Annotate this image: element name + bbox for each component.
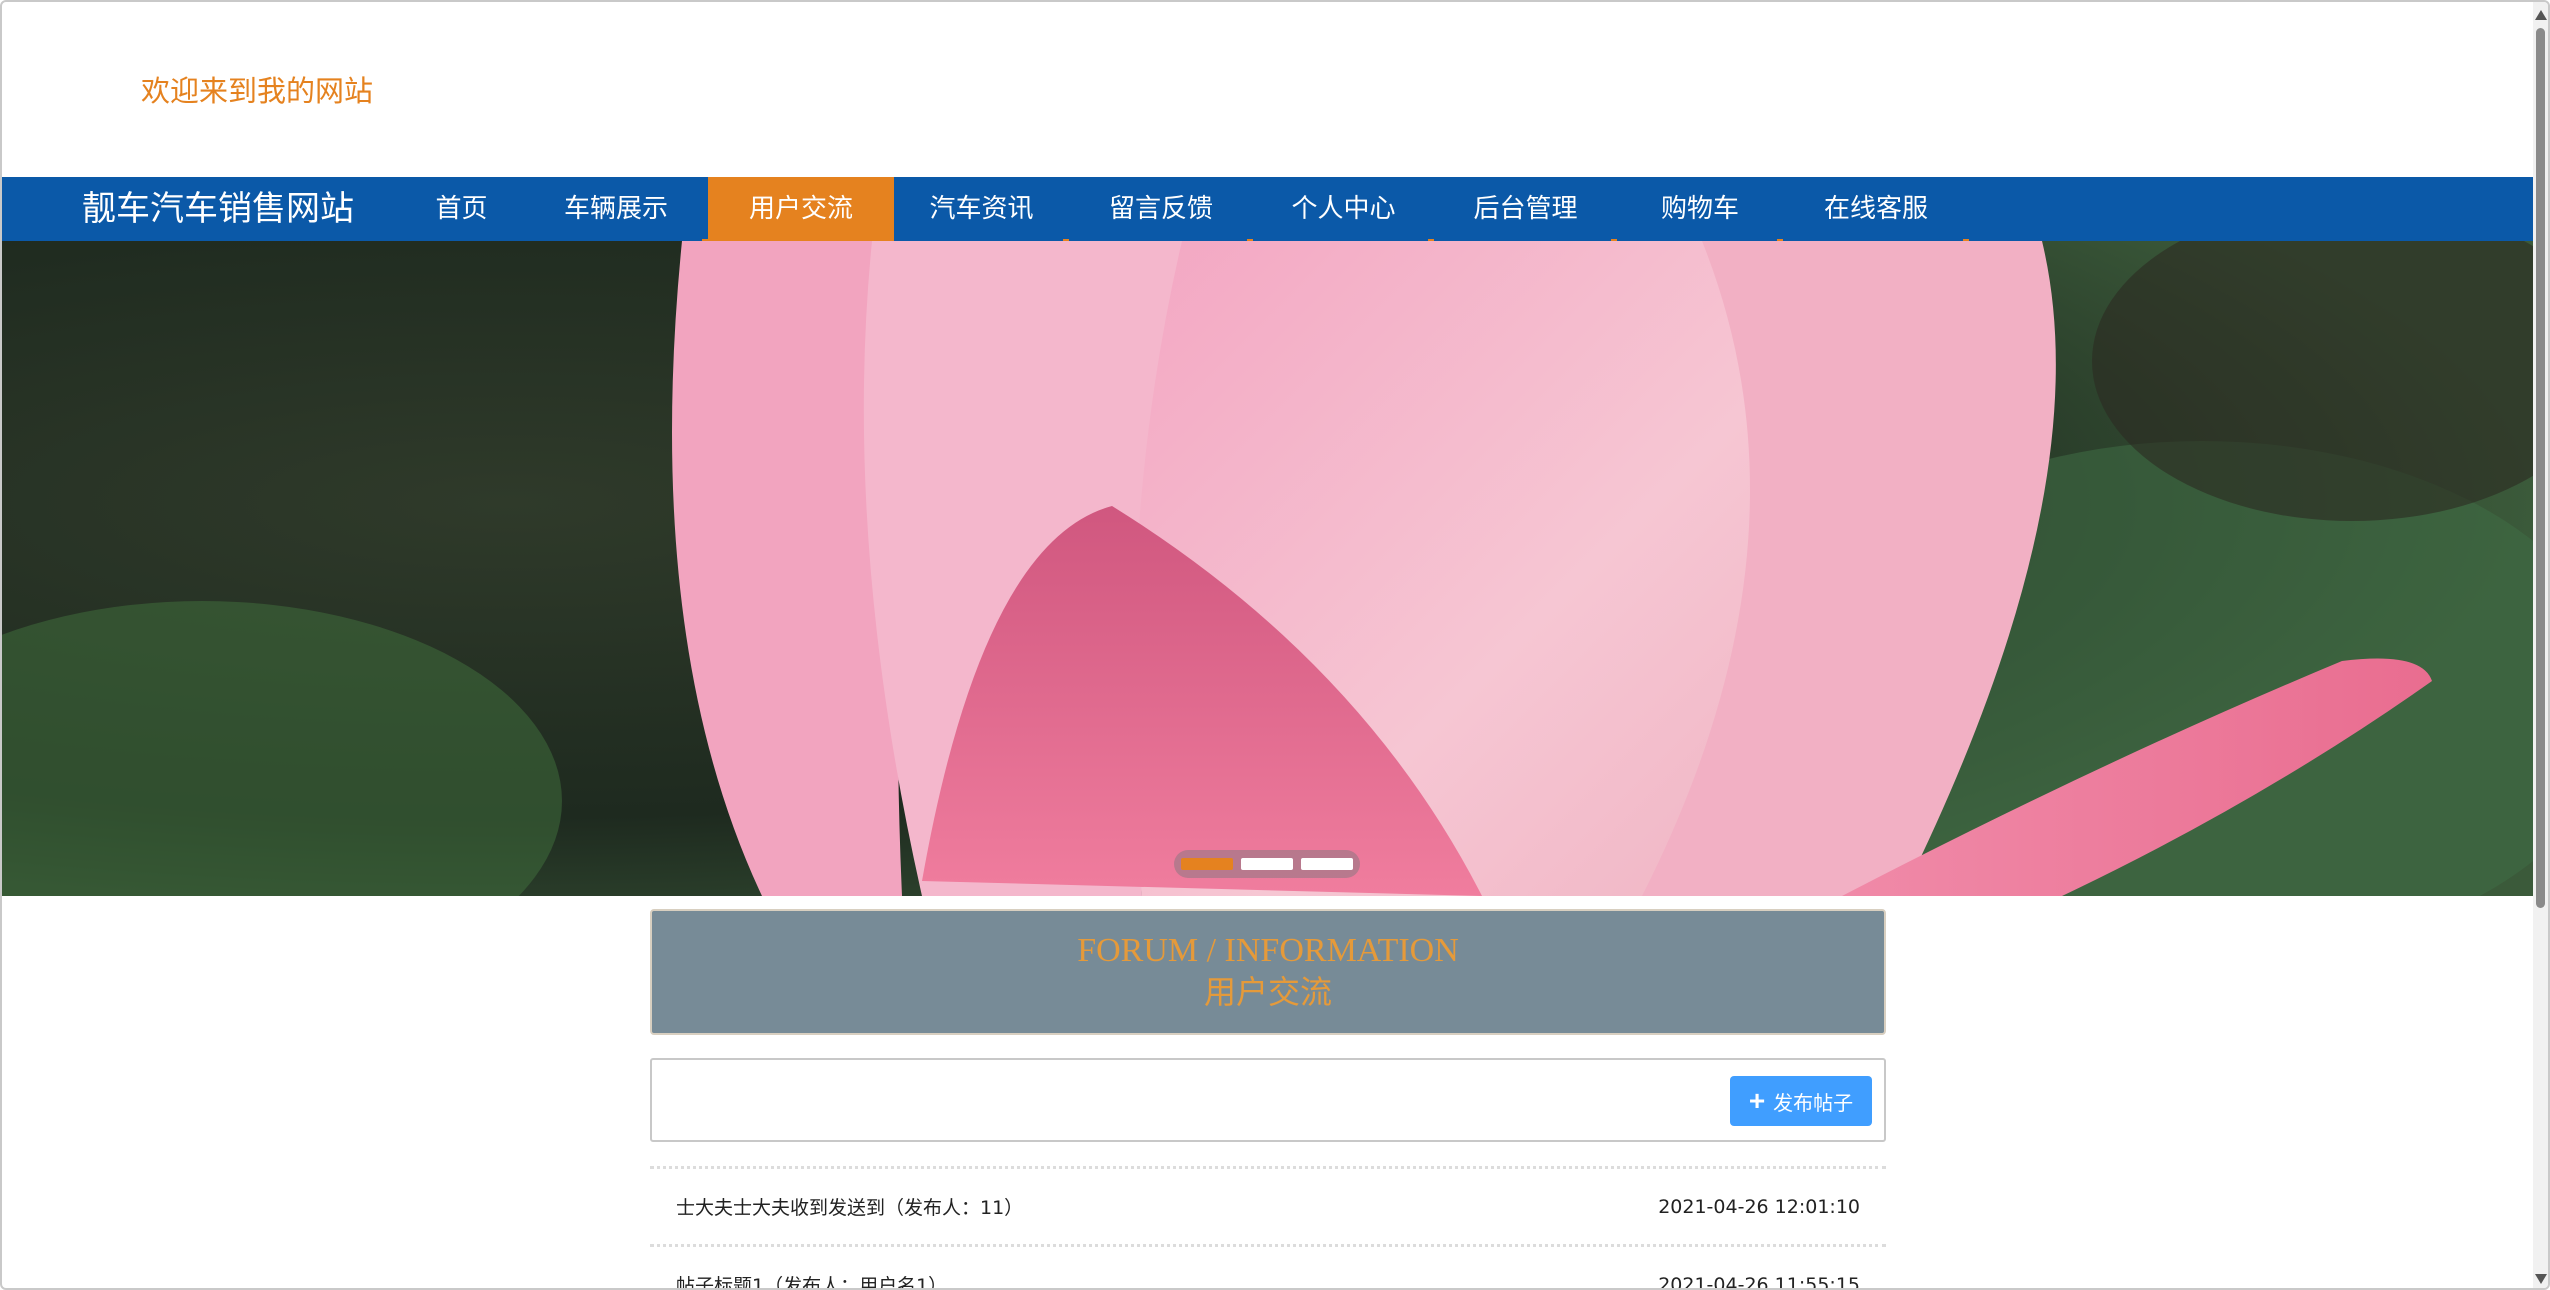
nav-item[interactable]: 个人中心 [1253,177,1434,245]
post-list: 士大夫士大夫收到发送到（发布人：11） 2021-04-26 12:01:10 帖子… [650,1166,1886,1290]
publish-post-label: 发布帖子 [1773,1092,1854,1115]
list-item[interactable]: 帖子标题1（发布人：用户名1） 2021-04-26 11:55:15 [650,1244,1886,1290]
site-brand[interactable]: 靓车汽车销售网站 [82,177,354,241]
nav-item[interactable]: 首页 [399,177,524,244]
nav-menu: 首页 车辆展示 用户交流 汽车资讯 留言反馈 个人中心 后台管理 购物车 在线客服 [399,177,1969,245]
nav-item[interactable]: 车辆展示 [524,177,708,245]
nav-item[interactable]: 汽车资讯 [894,177,1069,245]
post-toolbar: + 发布帖子 [650,1058,1886,1142]
banner-lotus-image [2,241,2535,896]
navbar: 靓车汽车销售网站 首页 车辆展示 用户交流 汽车资讯 留言反馈 个人中心 后台管理 购物车 在线… [2,177,2535,245]
section-title-en: FORUM / INFORMATION [1077,932,1459,969]
nav-item[interactable]: 用户交流 [708,177,894,245]
publish-post-button[interactable]: + 发布帖子 [1730,1076,1872,1126]
post-time: 2021-04-26 11:55:15 [1658,1273,1860,1290]
carousel-dot[interactable] [1301,858,1353,870]
scroll-up-arrow-icon[interactable] [2535,10,2547,20]
carousel-dot[interactable] [1181,858,1233,870]
nav-item[interactable]: 后台管理 [1434,177,1617,245]
scroll-thumb[interactable] [2536,28,2545,908]
nav-item[interactable]: 购物车 [1617,177,1783,245]
carousel-indicators [1174,850,1360,878]
carousel-dot[interactable] [1241,858,1293,870]
section-header: FORUM / INFORMATION 用户交流 [650,909,1886,1035]
search-input[interactable] [656,1064,1726,1136]
nav-item[interactable]: 留言反馈 [1069,177,1253,245]
list-item[interactable]: 士大夫士大夫收到发送到（发布人：11） 2021-04-26 12:01:10 [650,1166,1886,1244]
section-title-cn: 用户交流 [1203,973,1332,1011]
post-time: 2021-04-26 12:01:10 [1658,1195,1860,1218]
post-title[interactable]: 士大夫士大夫收到发送到（发布人：11） [676,1193,1023,1220]
post-title[interactable]: 帖子标题1（发布人：用户名1） [676,1271,947,1288]
nav-item[interactable]: 在线客服 [1783,177,1969,245]
plus-icon: + [1748,1085,1766,1116]
page: 欢迎来到我的网站 靓车汽车销售网站 首页 车辆展示 用户交流 汽车资讯 留言反馈 个人中心… [0,0,2550,1290]
scroll-down-arrow-icon[interactable] [2535,1274,2547,1284]
welcome-text: 欢迎来到我的网站 [141,74,374,108]
banner-carousel[interactable] [2,241,2535,896]
page-scrollbar[interactable] [2533,2,2548,1288]
